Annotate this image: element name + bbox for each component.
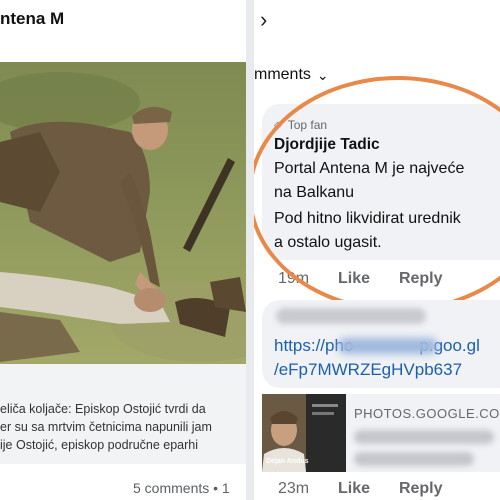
- comment-actions: 19m Like Reply: [278, 270, 443, 288]
- chevron-down-icon: ⌄: [316, 66, 329, 83]
- comment-author[interactable]: Djordjije Tadic: [274, 136, 380, 154]
- comment2-time: 23m: [278, 480, 310, 497]
- comment-text-line: a ostalo ugasit.: [274, 234, 382, 251]
- like-button[interactable]: Like: [338, 270, 370, 288]
- blurred-link-segment: [338, 338, 438, 354]
- like-button-2[interactable]: Like: [338, 480, 370, 498]
- blurred-preview-text: [354, 430, 494, 444]
- comment-text-line: Portal Antena M je najveće: [274, 160, 465, 177]
- panel-divider: [246, 0, 254, 500]
- badge-label: Top fan: [287, 118, 328, 132]
- diamond-icon: ◇: [274, 119, 282, 131]
- comments-count[interactable]: 5 comments • 1: [133, 480, 230, 496]
- top-fan-badge: ◇ Top fan: [274, 118, 327, 132]
- comment-link-line2[interactable]: /eFp7MWRZEgHVpb637: [274, 360, 462, 380]
- reply-button-2[interactable]: Reply: [399, 480, 443, 498]
- post-photo[interactable]: [0, 62, 246, 364]
- comments-header-label: mments: [254, 66, 311, 83]
- comment-text-line: Pod hitno likvidirat urednik: [274, 210, 461, 227]
- chevron-right-icon[interactable]: ›: [260, 7, 267, 33]
- blurred-author-name: [276, 308, 426, 324]
- left-screenshot-panel: ntena M eliča koljače: Episkop Ostojić t…: [0, 0, 246, 500]
- post-header: ntena M: [0, 0, 246, 50]
- link-preview-thumbnail: Dejan Andus: [262, 394, 346, 472]
- comment-time: 19m: [278, 270, 310, 287]
- preview-domain: PHOTOS.GOOGLE.COM: [354, 406, 500, 421]
- blurred-preview-text: [354, 452, 474, 466]
- caption-line: er su sa mrtvim četnicima napunili jam: [0, 420, 212, 434]
- right-screenshot-panel: › mments ⌄ ◇ Top fan Djordjije Tadic Por…: [254, 0, 500, 500]
- reply-button[interactable]: Reply: [399, 270, 443, 288]
- caption-line: ije Ostojić, episkop područne eparhi: [0, 438, 199, 452]
- caption-line: eliča koljače: Episkop Ostojić tvrdi da: [0, 402, 206, 416]
- comment2-actions: 23m Like Reply: [278, 480, 443, 498]
- thumbnail-caption: Dejan Andus: [266, 458, 309, 465]
- post-footer: 5 comments • 1: [0, 466, 246, 500]
- comment-text-line: na Balkanu: [274, 184, 355, 201]
- page-title[interactable]: ntena M: [0, 9, 64, 29]
- post-photo-image: [0, 62, 246, 364]
- comments-sort-header[interactable]: mments ⌄: [254, 66, 329, 84]
- post-caption[interactable]: eliča koljače: Episkop Ostojić tvrdi da …: [0, 364, 246, 464]
